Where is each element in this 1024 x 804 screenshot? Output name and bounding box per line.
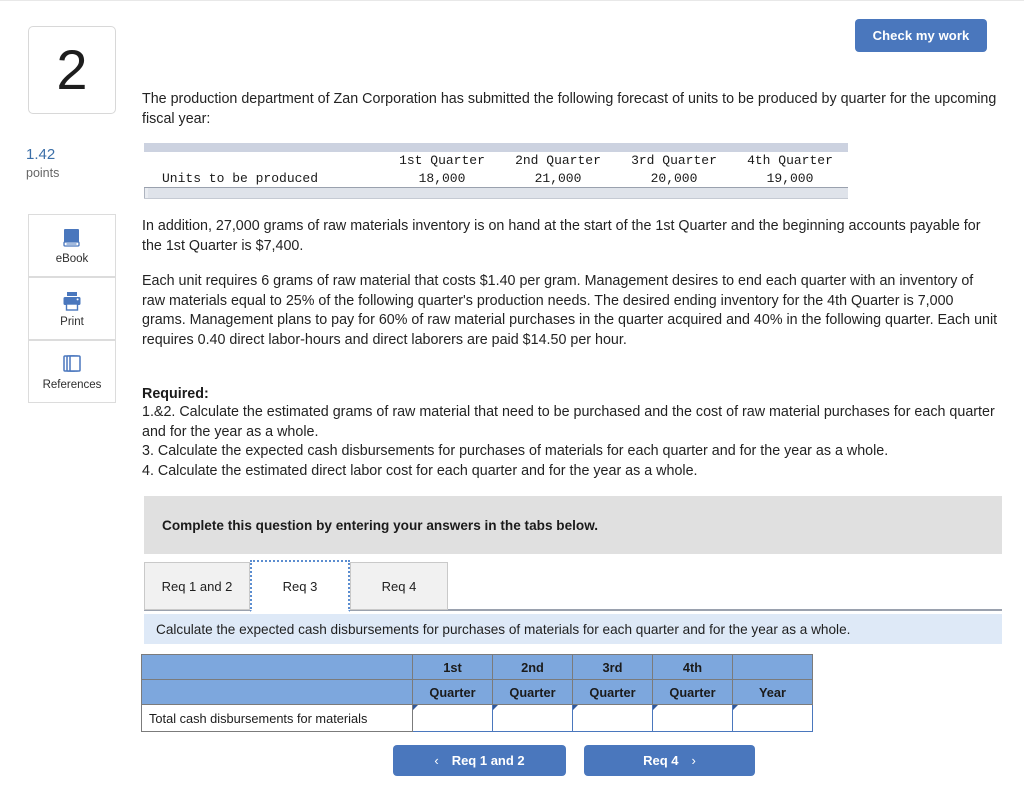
forecast-value-q1: 18,000	[418, 171, 466, 186]
answer-header-1st: 1st	[412, 654, 493, 680]
answer-header-row-1: 1st 2nd 3rd 4th	[141, 654, 813, 680]
answer-header-3rd: 3rd	[572, 654, 653, 680]
references-label: References	[42, 379, 102, 391]
points-label: points	[26, 166, 60, 180]
printer-icon	[60, 289, 84, 313]
answer-row-label: Total cash disbursements for materials	[141, 704, 413, 732]
check-my-work-button[interactable]: Check my work	[855, 19, 987, 52]
answer-header-year: Year	[732, 679, 813, 705]
top-divider	[0, 0, 1024, 1]
question-page: 2 1.42 points eBook Print References Che…	[0, 0, 1024, 804]
forecast-row-label: Units to be produced	[162, 171, 319, 186]
scrollbar-thumb[interactable]	[144, 188, 148, 198]
answer-input-q3[interactable]	[573, 705, 652, 731]
requirement-tabs: Req 1 and 2 Req 3 Req 4	[144, 560, 1002, 612]
print-label: Print	[60, 316, 84, 328]
complete-question-banner: Complete this question by entering your …	[144, 496, 1002, 554]
answer-input-year[interactable]	[733, 705, 812, 731]
required-heading: Required:	[142, 386, 209, 402]
prev-req-button[interactable]: ‹ Req 1 and 2	[393, 745, 566, 776]
forecast-value-q2: 21,000	[534, 171, 582, 186]
requirement-item-3: 4. Calculate the estimated direct labor …	[142, 462, 698, 479]
intro-paragraph: The production department of Zan Corpora…	[142, 91, 997, 127]
answer-header-blank-2	[732, 654, 813, 680]
print-button[interactable]: Print	[28, 277, 116, 340]
cell-marker-icon	[573, 705, 578, 710]
forecast-value-q3: 20,000	[650, 171, 698, 186]
chevron-right-icon: ›	[691, 753, 696, 768]
cell-marker-icon	[493, 705, 498, 710]
requirement-item-1: 1.&2. Calculate the estimated grams of r…	[142, 404, 995, 440]
next-req-button[interactable]: Req 4 ›	[584, 745, 755, 776]
tab-req-4[interactable]: Req 4	[350, 562, 448, 610]
answer-header-2nd: 2nd	[492, 654, 573, 680]
requirements-list: 1.&2. Calculate the estimated grams of r…	[142, 403, 1000, 481]
forecast-value-q4: 19,000	[766, 171, 814, 186]
next-req-label: Req 4	[643, 753, 679, 768]
forecast-header-q2: 2nd Quarter	[515, 153, 601, 168]
forecast-table-topbar	[144, 143, 848, 152]
answer-header-blank-3	[141, 679, 413, 705]
chevron-left-icon: ‹	[434, 753, 439, 768]
answer-table-wrapper: 1st 2nd 3rd 4th Quarter Quarter Quarter …	[141, 654, 813, 732]
book-icon	[60, 226, 84, 250]
ebook-label: eBook	[55, 253, 89, 265]
copy-pages-icon	[60, 352, 84, 376]
cell-marker-icon	[733, 705, 738, 710]
answer-cell-q3[interactable]	[572, 704, 653, 732]
forecast-data-row: Units to be produced 18,000 21,000 20,00…	[144, 169, 848, 187]
answer-header-quarter-1: Quarter	[412, 679, 493, 705]
question-number: 2	[56, 38, 88, 101]
prev-req-label: Req 1 and 2	[451, 753, 525, 768]
answer-cell-q1[interactable]	[412, 704, 493, 732]
answer-header-quarter-2: Quarter	[492, 679, 573, 705]
answer-header-4th: 4th	[652, 654, 733, 680]
forecast-header-q4: 4th Quarter	[747, 153, 833, 168]
left-rail: 2 1.42 points eBook Print References	[0, 0, 140, 804]
tab-instruction-text: Calculate the expected cash disbursement…	[156, 621, 851, 637]
addition-paragraph: In addition, 27,000 grams of raw materia…	[142, 218, 981, 254]
question-number-box: 2	[28, 26, 116, 114]
forecast-table: 1st Quarter 2nd Quarter 3rd Quarter 4th …	[144, 143, 848, 199]
forecast-header-q1: 1st Quarter	[399, 153, 485, 168]
forecast-horizontal-scrollbar[interactable]	[144, 187, 848, 199]
references-button[interactable]: References	[28, 340, 116, 403]
answer-header-blank-1	[141, 654, 413, 680]
tab-req-3[interactable]: Req 3	[250, 560, 350, 612]
answer-input-q1[interactable]	[413, 705, 492, 731]
tab-instruction-bar: Calculate the expected cash disbursement…	[144, 614, 1002, 644]
answer-cell-q2[interactable]	[492, 704, 573, 732]
table-row: Total cash disbursements for materials	[141, 704, 813, 732]
forecast-header-blank	[144, 152, 384, 169]
answer-cell-year[interactable]	[732, 704, 813, 732]
ebook-button[interactable]: eBook	[28, 214, 116, 277]
tab-req-1-and-2[interactable]: Req 1 and 2	[144, 562, 250, 610]
answer-header-row-2: Quarter Quarter Quarter Quarter Year	[141, 679, 813, 705]
cell-marker-icon	[413, 705, 418, 710]
answer-cell-q4[interactable]	[652, 704, 733, 732]
answer-input-q2[interactable]	[493, 705, 572, 731]
forecast-table-grid: 1st Quarter 2nd Quarter 3rd Quarter 4th …	[144, 152, 848, 187]
points-value: 1.42	[26, 146, 56, 163]
cell-marker-icon	[653, 705, 658, 710]
answer-header-quarter-3: Quarter	[572, 679, 653, 705]
answer-header-quarter-4: Quarter	[652, 679, 733, 705]
answer-table: 1st 2nd 3rd 4th Quarter Quarter Quarter …	[141, 654, 813, 732]
banner-text: Complete this question by entering your …	[162, 517, 599, 533]
forecast-header-q3: 3rd Quarter	[631, 153, 717, 168]
answer-input-q4[interactable]	[653, 705, 732, 731]
each-unit-paragraph: Each unit requires 6 grams of raw materi…	[142, 273, 998, 348]
requirement-item-2: 3. Calculate the expected cash disbursem…	[142, 443, 889, 459]
forecast-header-row: 1st Quarter 2nd Quarter 3rd Quarter 4th …	[144, 152, 848, 169]
